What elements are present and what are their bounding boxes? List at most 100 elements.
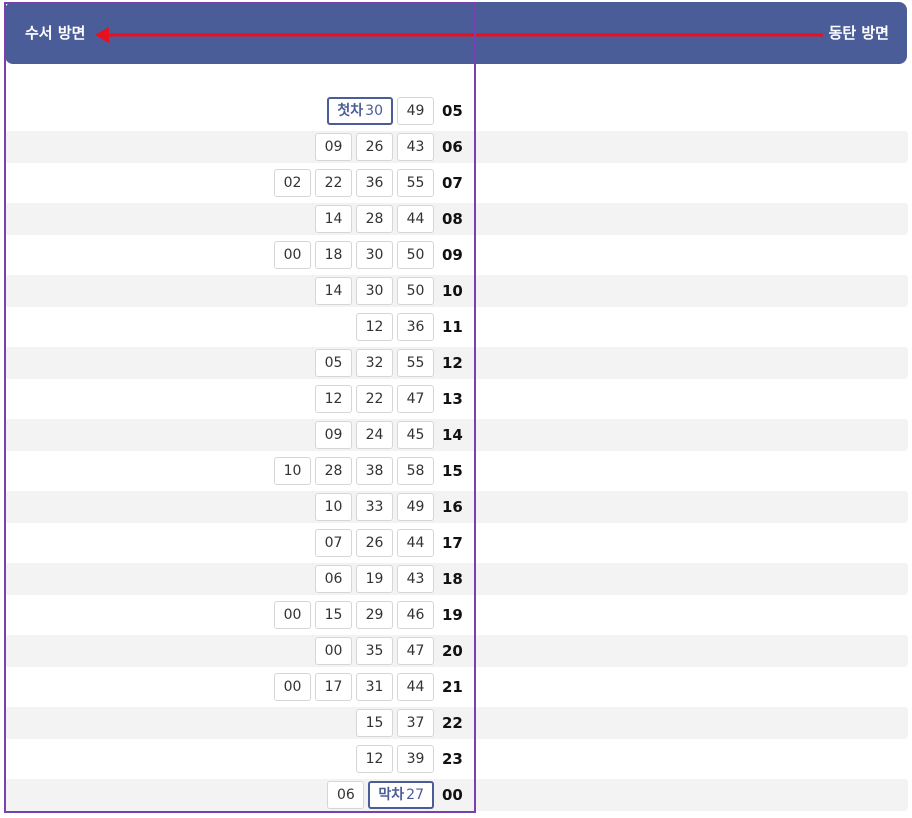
minute-badge[interactable]: 00	[274, 601, 311, 629]
minute-badge[interactable]: 29	[356, 601, 393, 629]
minute-list: 05 32 55	[315, 349, 434, 377]
minute-badge[interactable]: 55	[397, 349, 434, 377]
hour-label: 16	[442, 498, 463, 516]
minute-badge[interactable]: 00	[274, 241, 311, 269]
minute-list: 00 18 30 50	[274, 241, 434, 269]
minute-badge[interactable]: 15	[315, 601, 352, 629]
timetable-row: 12 36 11	[0, 311, 912, 343]
minute-badge[interactable]: 30	[356, 241, 393, 269]
timetable-row: 첫차 30 49 05	[0, 95, 912, 127]
minute-badge[interactable]: 30	[356, 277, 393, 305]
minute-list: 06 19 43	[315, 565, 434, 593]
hour-label: 08	[442, 210, 463, 228]
minute-badge[interactable]: 39	[397, 745, 434, 773]
minute-badge[interactable]: 22	[315, 169, 352, 197]
minute-badge[interactable]: 32	[356, 349, 393, 377]
minute-value: 27	[406, 787, 424, 803]
timetable-row: 12 39 23	[0, 743, 912, 775]
minute-badge[interactable]: 44	[397, 529, 434, 557]
train-tag-label: 첫차	[337, 103, 364, 119]
timetable-row: 06 19 43 18	[0, 563, 912, 595]
timetable-row: 00 35 47 20	[0, 635, 912, 667]
minute-badge[interactable]: 14	[315, 205, 352, 233]
minute-badge[interactable]: 12	[356, 313, 393, 341]
minute-badge[interactable]: 50	[397, 277, 434, 305]
minute-badge[interactable]: 43	[397, 565, 434, 593]
minute-badge[interactable]: 10	[274, 457, 311, 485]
minute-badge[interactable]: 26	[356, 133, 393, 161]
minute-badge[interactable]: 14	[315, 277, 352, 305]
minute-badge[interactable]: 10	[315, 493, 352, 521]
timetable-row: 12 22 47 13	[0, 383, 912, 415]
minute-badge[interactable]: 12	[315, 385, 352, 413]
minute-badge[interactable]: 12	[356, 745, 393, 773]
minute-badge[interactable]: 19	[356, 565, 393, 593]
timetable-row: 14 28 44 08	[0, 203, 912, 235]
timetable-row: 15 37 22	[0, 707, 912, 739]
minute-badge[interactable]: 09	[315, 421, 352, 449]
minute-list: 00 15 29 46	[274, 601, 434, 629]
minute-badge[interactable]: 07	[315, 529, 352, 557]
minute-list: 첫차 30 49	[327, 97, 434, 125]
timetable-row: 06 막차 27 00	[0, 779, 912, 811]
minute-list: 00 35 47	[315, 637, 434, 665]
hour-label: 09	[442, 246, 463, 264]
timetable-row: 00 17 31 44 21	[0, 671, 912, 703]
minute-badge[interactable]: 28	[315, 457, 352, 485]
minute-value: 30	[365, 103, 383, 119]
hour-label: 14	[442, 426, 463, 444]
minute-badge[interactable]: 00	[274, 673, 311, 701]
minute-badge[interactable]: 49	[397, 97, 434, 125]
minute-badge[interactable]: 02	[274, 169, 311, 197]
minute-badge[interactable]: 44	[397, 673, 434, 701]
minute-badge[interactable]: 26	[356, 529, 393, 557]
minute-badge[interactable]: 45	[397, 421, 434, 449]
hour-label: 18	[442, 570, 463, 588]
minute-badge[interactable]: 38	[356, 457, 393, 485]
timetable-row: 00 15 29 46 19	[0, 599, 912, 631]
minute-badge[interactable]: 22	[356, 385, 393, 413]
hour-label: 13	[442, 390, 463, 408]
direction-dongtan-label[interactable]: 동탄 방면	[829, 2, 889, 64]
minute-badge[interactable]: 36	[356, 169, 393, 197]
minute-badge[interactable]: 15	[356, 709, 393, 737]
minute-badge[interactable]: 46	[397, 601, 434, 629]
hour-label: 06	[442, 138, 463, 156]
minute-badge[interactable]: 58	[397, 457, 434, 485]
minute-badge[interactable]: 49	[397, 493, 434, 521]
minute-list: 14 30 50	[315, 277, 434, 305]
minute-badge[interactable]: 31	[356, 673, 393, 701]
minute-badge[interactable]: 47	[397, 385, 434, 413]
minute-badge[interactable]: 24	[356, 421, 393, 449]
minute-badge[interactable]: 06	[315, 565, 352, 593]
minute-badge-special[interactable]: 첫차 30	[327, 97, 393, 125]
direction-header: 수서 방면 동탄 방면	[5, 2, 907, 64]
direction-suseo-label[interactable]: 수서 방면	[25, 2, 85, 64]
minute-badge[interactable]: 47	[397, 637, 434, 665]
direction-arrow-icon	[95, 27, 823, 43]
hour-label: 17	[442, 534, 463, 552]
minute-list: 06 막차 27	[327, 781, 434, 809]
timetable-row: 10 28 38 58 15	[0, 455, 912, 487]
timetable-row: 10 33 49 16	[0, 491, 912, 523]
minute-badge[interactable]: 00	[315, 637, 352, 665]
minute-badge[interactable]: 33	[356, 493, 393, 521]
minute-badge[interactable]: 55	[397, 169, 434, 197]
minute-list: 14 28 44	[315, 205, 434, 233]
hour-label: 00	[442, 786, 463, 804]
minute-badge[interactable]: 44	[397, 205, 434, 233]
minute-badge[interactable]: 18	[315, 241, 352, 269]
timetable-row: 09 24 45 14	[0, 419, 912, 451]
minute-badge[interactable]: 28	[356, 205, 393, 233]
minute-badge[interactable]: 37	[397, 709, 434, 737]
minute-badge[interactable]: 36	[397, 313, 434, 341]
minute-badge[interactable]: 06	[327, 781, 365, 809]
minute-badge[interactable]: 35	[356, 637, 393, 665]
timetable-row: 14 30 50 10	[0, 275, 912, 307]
minute-badge[interactable]: 09	[315, 133, 352, 161]
minute-badge[interactable]: 43	[397, 133, 434, 161]
minute-badge[interactable]: 50	[397, 241, 434, 269]
minute-badge-special[interactable]: 막차 27	[368, 781, 434, 809]
minute-badge[interactable]: 05	[315, 349, 352, 377]
minute-badge[interactable]: 17	[315, 673, 352, 701]
